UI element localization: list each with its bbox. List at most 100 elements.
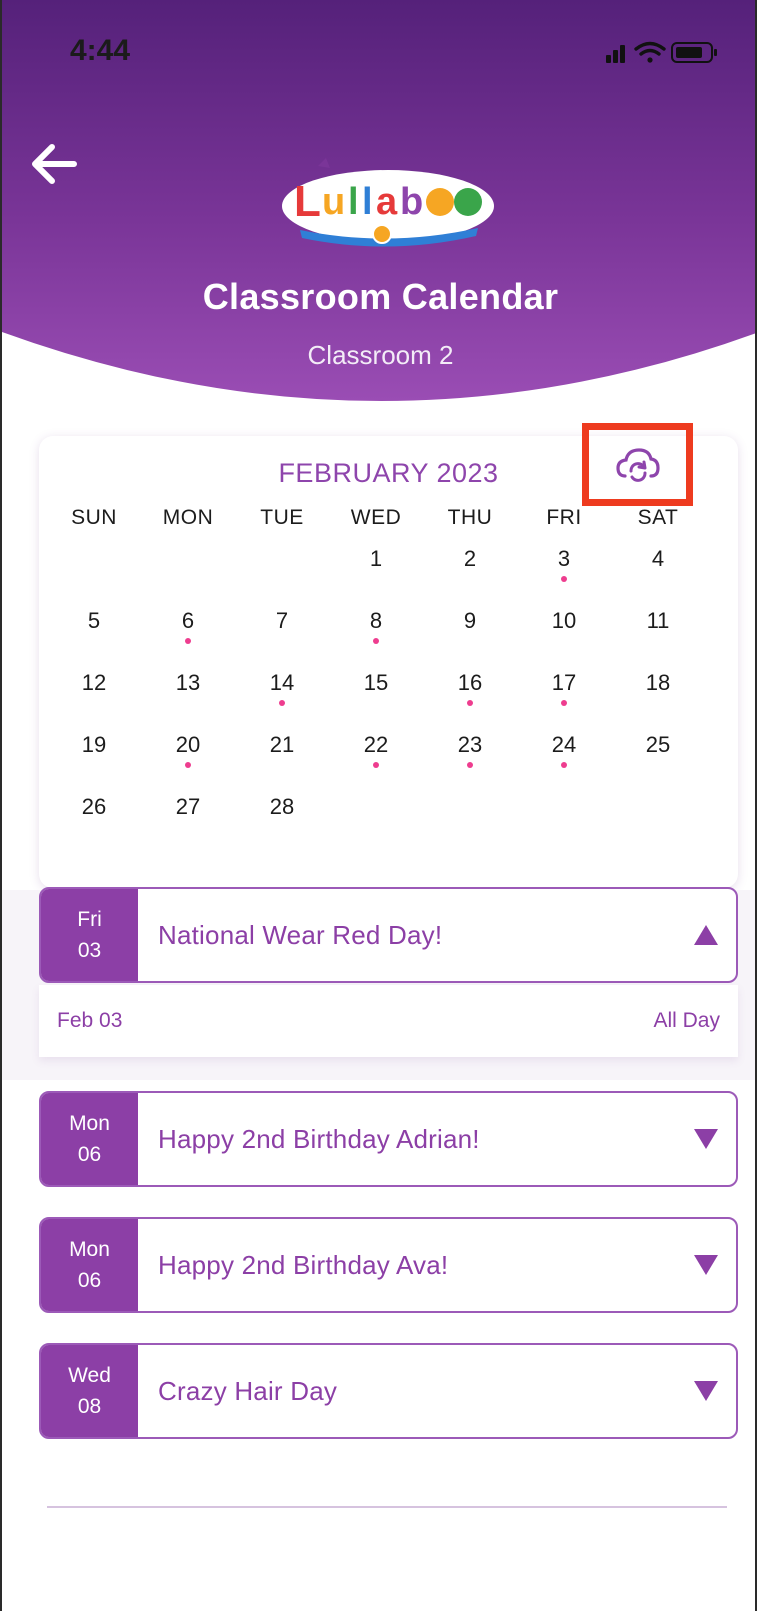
wifi-icon [634,41,666,63]
calendar-day-number: 15 [363,670,389,695]
calendar-day-number: 21 [269,732,295,757]
expand-toggle[interactable] [676,1380,736,1402]
event-indicator-dot [185,638,191,644]
event-item[interactable]: Mon 06 Happy 2nd Birthday Ava! [39,1217,738,1313]
calendar-day[interactable]: 8 [329,600,423,662]
collapse-toggle[interactable] [676,924,736,946]
calendar-day[interactable]: 4 [611,538,705,600]
calendar-day-number: 19 [81,732,107,757]
event-title: Crazy Hair Day [158,1375,338,1406]
status-icons [606,41,717,63]
cellular-signal-icon [606,45,625,63]
calendar-day[interactable]: 18 [611,662,705,724]
calendar-day[interactable]: 17 [517,662,611,724]
calendar-day[interactable]: 9 [423,600,517,662]
event-date-badge: Mon 06 [41,1219,138,1311]
calendar-day-number: 4 [651,546,665,571]
triangle-down-icon [694,1255,718,1275]
lullaboo-logo: L u l l a b [282,158,494,247]
calendar-day[interactable]: 5 [47,600,141,662]
event-date-badge: Wed 08 [41,1345,138,1437]
calendar-day[interactable]: 23 [423,724,517,786]
calendar-day[interactable]: 22 [329,724,423,786]
calendar-day[interactable]: 6 [141,600,235,662]
calendar-day[interactable]: 1 [329,538,423,600]
calendar-day[interactable]: 21 [235,724,329,786]
expand-toggle[interactable] [676,1254,736,1276]
calendar-day-number: 25 [645,732,671,757]
calendar-day-number: 10 [551,608,577,633]
calendar-day[interactable]: 27 [141,786,235,848]
event-day: 06 [77,1269,102,1292]
calendar-day-number: 6 [181,608,195,633]
calendar-day-number: 20 [175,732,201,757]
triangle-down-icon [694,1129,718,1149]
svg-text:l: l [348,181,359,223]
calendar-empty-cell [235,538,329,600]
status-time: 4:44 [70,34,131,67]
calendar-day[interactable]: 13 [141,662,235,724]
calendar-day[interactable]: 10 [517,600,611,662]
back-button[interactable] [24,134,84,194]
event-indicator-dot [467,762,473,768]
classroom-name: Classroom 2 [307,340,454,370]
svg-text:u: u [322,181,345,223]
calendar-day[interactable]: 25 [611,724,705,786]
battery-icon [671,42,717,63]
calendar-day[interactable]: 16 [423,662,517,724]
calendar-empty-cell [47,538,141,600]
calendar-week-row: 19 20 21 22 23 24 25 [47,724,737,786]
calendar-day-number: 14 [269,670,295,695]
event-item[interactable]: Fri 03 National Wear Red Day! [39,887,738,983]
calendar-day-number: 13 [175,670,201,695]
event-indicator-dot [561,700,567,706]
calendar-day-number: 23 [457,732,483,757]
svg-text:l: l [362,181,373,223]
calendar-day-number: 2 [463,546,477,571]
calendar-day[interactable]: 24 [517,724,611,786]
cloud-sync-button[interactable] [582,423,693,506]
event-indicator-dot [373,638,379,644]
event-weekday: Mon [69,1238,110,1261]
calendar-day[interactable]: 28 [235,786,329,848]
event-item[interactable]: Wed 08 Crazy Hair Day [39,1343,738,1439]
event-indicator-dot [185,762,191,768]
calendar-day[interactable]: 20 [141,724,235,786]
calendar-day-number: 17 [551,670,577,695]
calendar-day-number: 22 [363,732,389,757]
event-title: National Wear Red Day! [158,919,443,950]
event-item[interactable]: Mon 06 Happy 2nd Birthday Adrian! [39,1091,738,1187]
event-indicator-dot [279,700,285,706]
calendar-empty-cell [141,538,235,600]
weekday-label: FRI [546,506,582,529]
calendar-day[interactable]: 14 [235,662,329,724]
event-title: Happy 2nd Birthday Adrian! [158,1123,480,1154]
expand-toggle[interactable] [676,1128,736,1150]
triangle-up-icon [694,925,718,945]
calendar-day[interactable]: 2 [423,538,517,600]
calendar-day-number: 8 [369,608,383,633]
calendar-day[interactable]: 15 [329,662,423,724]
event-day: 06 [77,1143,102,1166]
event-detail-time: All Day [653,1009,720,1032]
calendar-day-number: 26 [81,794,107,819]
calendar-day-number: 7 [275,608,289,633]
calendar-day-number: 11 [646,608,670,633]
calendar-day-number: 12 [81,670,107,695]
calendar-day-number: 24 [551,732,577,757]
event-date-badge: Fri 03 [41,889,138,981]
svg-text:L: L [294,177,321,226]
event-detail: Feb 03 All Day [39,985,738,1057]
calendar-empty-cell [329,786,423,848]
calendar-day[interactable]: 12 [47,662,141,724]
calendar-day-number: 5 [87,608,101,633]
event-indicator-dot [561,576,567,582]
calendar-day[interactable]: 19 [47,724,141,786]
calendar-day[interactable]: 26 [47,786,141,848]
calendar-day-number: 28 [269,794,295,819]
event-indicator-dot [373,762,379,768]
calendar-day[interactable]: 11 [611,600,705,662]
calendar-day[interactable]: 3 [517,538,611,600]
calendar-weeks: 1 2 3 4 5 6 7 8 9 10 11 12 13 14 15 16 17 18 19 20 21 22 23 24 2… [47,538,737,848]
calendar-day[interactable]: 7 [235,600,329,662]
